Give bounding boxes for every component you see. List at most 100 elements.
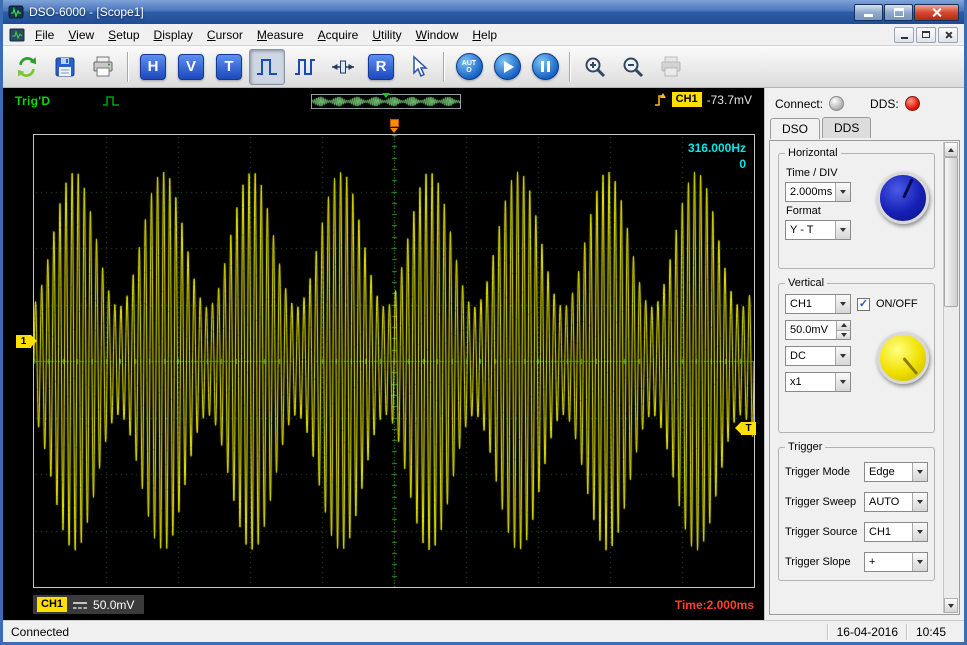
time-div-knob[interactable]	[877, 172, 929, 224]
menu-item-display[interactable]: Display	[147, 26, 200, 44]
dropdown-arrow-icon[interactable]	[835, 221, 850, 239]
child-close-icon	[944, 31, 952, 39]
horizontal-settings-button[interactable]: H	[135, 49, 171, 85]
onoff-label: ON/OFF	[876, 298, 918, 310]
status-bar: Connected 16-04-2016 10:45	[3, 620, 964, 642]
waveform-capture-button[interactable]	[287, 49, 323, 85]
start-acquisition-button[interactable]	[489, 49, 525, 85]
maximize-button[interactable]	[884, 4, 913, 21]
menu-item-view[interactable]: View	[61, 26, 101, 44]
volts-div-stepper[interactable]: 50.0mV	[785, 320, 851, 340]
toolbar: H V T R	[3, 46, 964, 88]
status-time: 10:45	[916, 625, 956, 639]
channel1-position-marker[interactable]: 1	[16, 335, 31, 348]
menu-item-acquire[interactable]: Acquire	[311, 26, 366, 44]
channel-scale-badge: CH1	[37, 597, 67, 612]
vertical-settings-button[interactable]: V	[173, 49, 209, 85]
frequency-readout: 316.000Hz	[688, 140, 746, 156]
child-close-button[interactable]	[938, 27, 958, 43]
dropdown-arrow-icon[interactable]	[912, 553, 927, 571]
dropdown-arrow-icon[interactable]	[912, 493, 927, 511]
trigger-slope-select[interactable]: +	[864, 552, 928, 572]
trigger-settings-button[interactable]: T	[211, 49, 247, 85]
tab-dso[interactable]: DSO	[770, 118, 820, 139]
dropdown-arrow-icon[interactable]	[912, 523, 927, 541]
channel-onoff-checkbox[interactable]: ✓	[857, 298, 870, 311]
measure-width-button[interactable]	[325, 49, 361, 85]
scrollbar-track[interactable]	[944, 157, 958, 598]
horizontal-group: Horizontal Time / DIV 2.000ms Format Y -…	[778, 153, 935, 269]
dropdown-arrow-icon[interactable]	[835, 347, 850, 365]
trigger-sweep-value: AUTO	[865, 493, 912, 511]
scroll-up-icon[interactable]	[944, 142, 958, 157]
trigger-level-marker[interactable]: T	[741, 422, 756, 435]
close-button[interactable]	[914, 4, 959, 21]
menu-item-utility[interactable]: Utility	[365, 26, 408, 44]
maximize-icon	[894, 8, 904, 17]
menu-item-measure[interactable]: Measure	[250, 26, 311, 44]
menu-item-window[interactable]: Window	[409, 26, 466, 44]
time-div-value: 2.000ms	[786, 183, 835, 201]
scope-scale-strip: CH1 50.0mV Time:2.000ms	[33, 595, 754, 614]
trigger-source-select[interactable]: CH1	[864, 522, 928, 542]
autoset-button[interactable]: AUTO	[451, 49, 487, 85]
scope-waveform-canvas	[34, 135, 754, 587]
panel-tabs: DSO DDS	[765, 117, 964, 138]
scrollbar-thumb[interactable]	[944, 157, 958, 307]
waveform-mode-button[interactable]	[249, 49, 285, 85]
coupling-select[interactable]: DC	[785, 346, 851, 366]
scroll-down-icon[interactable]	[944, 598, 958, 613]
zoom-out-button[interactable]	[615, 49, 651, 85]
app-window: DSO-6000 - [Scope1] FileViewSetupDisplay…	[0, 0, 967, 645]
panel-scrollbar[interactable]	[943, 142, 958, 613]
play-icon	[494, 53, 521, 80]
child-restore-button[interactable]	[916, 27, 936, 43]
channel-select[interactable]: CH1	[785, 294, 851, 314]
tab-dds[interactable]: DDS	[822, 117, 871, 138]
menu-item-help[interactable]: Help	[465, 26, 504, 44]
trigger-source-value: CH1	[865, 523, 912, 541]
trigger-level-icon	[653, 92, 667, 107]
stepper-up-icon[interactable]	[836, 321, 850, 330]
trigger-group: Trigger Trigger Mode Edge Trigger Sweep …	[778, 447, 935, 581]
menu-item-setup[interactable]: Setup	[101, 26, 146, 44]
vertical-group: Vertical CH1 ✓ ON/OFF 50.0mV	[778, 283, 935, 433]
trigger-mode-select[interactable]: Edge	[864, 462, 928, 482]
time-div-select[interactable]: 2.000ms	[785, 182, 851, 202]
dropdown-arrow-icon[interactable]	[835, 295, 850, 313]
connect-indicator-icon	[829, 96, 844, 111]
trigger-mode-value: Edge	[865, 463, 912, 481]
trigger-position-marker[interactable]	[390, 119, 399, 127]
cursor-tool-button[interactable]	[401, 49, 437, 85]
trigger-slope-value: +	[865, 553, 912, 571]
pause-acquisition-button[interactable]	[527, 49, 563, 85]
volts-div-knob[interactable]	[877, 332, 929, 384]
status-separator	[827, 624, 829, 640]
control-panel: Connect: DDS: DSO DDS Horizontal Time / …	[764, 88, 964, 620]
format-select[interactable]: Y - T	[785, 220, 851, 240]
main-content: Trig'D CH1 -73.7mV	[3, 88, 964, 620]
save-button[interactable]	[47, 49, 83, 85]
cursor-arrow-icon	[407, 55, 431, 79]
minimize-button[interactable]	[854, 4, 883, 21]
stepper-down-icon[interactable]	[836, 330, 850, 340]
print-button[interactable]	[85, 49, 121, 85]
dropdown-arrow-icon[interactable]	[835, 183, 850, 201]
dropdown-arrow-icon[interactable]	[912, 463, 927, 481]
run-icon: R	[368, 54, 394, 80]
dropdown-arrow-icon[interactable]	[835, 373, 850, 391]
refresh-button[interactable]	[9, 49, 45, 85]
toolbar-separator	[127, 52, 129, 82]
channel-badge: CH1	[672, 92, 702, 107]
child-minimize-button[interactable]	[894, 27, 914, 43]
refresh-icon	[14, 54, 40, 80]
run-button[interactable]: R	[363, 49, 399, 85]
capture-preview[interactable]	[311, 94, 461, 109]
menu-item-file[interactable]: File	[28, 26, 61, 44]
zoom-in-button[interactable]	[577, 49, 613, 85]
probe-select[interactable]: x1	[785, 372, 851, 392]
trigger-sweep-select[interactable]: AUTO	[864, 492, 928, 512]
channel-scale-value: 50.0mV	[93, 598, 134, 612]
menu-item-cursor[interactable]: Cursor	[200, 26, 250, 44]
preview-position-marker-icon[interactable]	[382, 93, 390, 98]
